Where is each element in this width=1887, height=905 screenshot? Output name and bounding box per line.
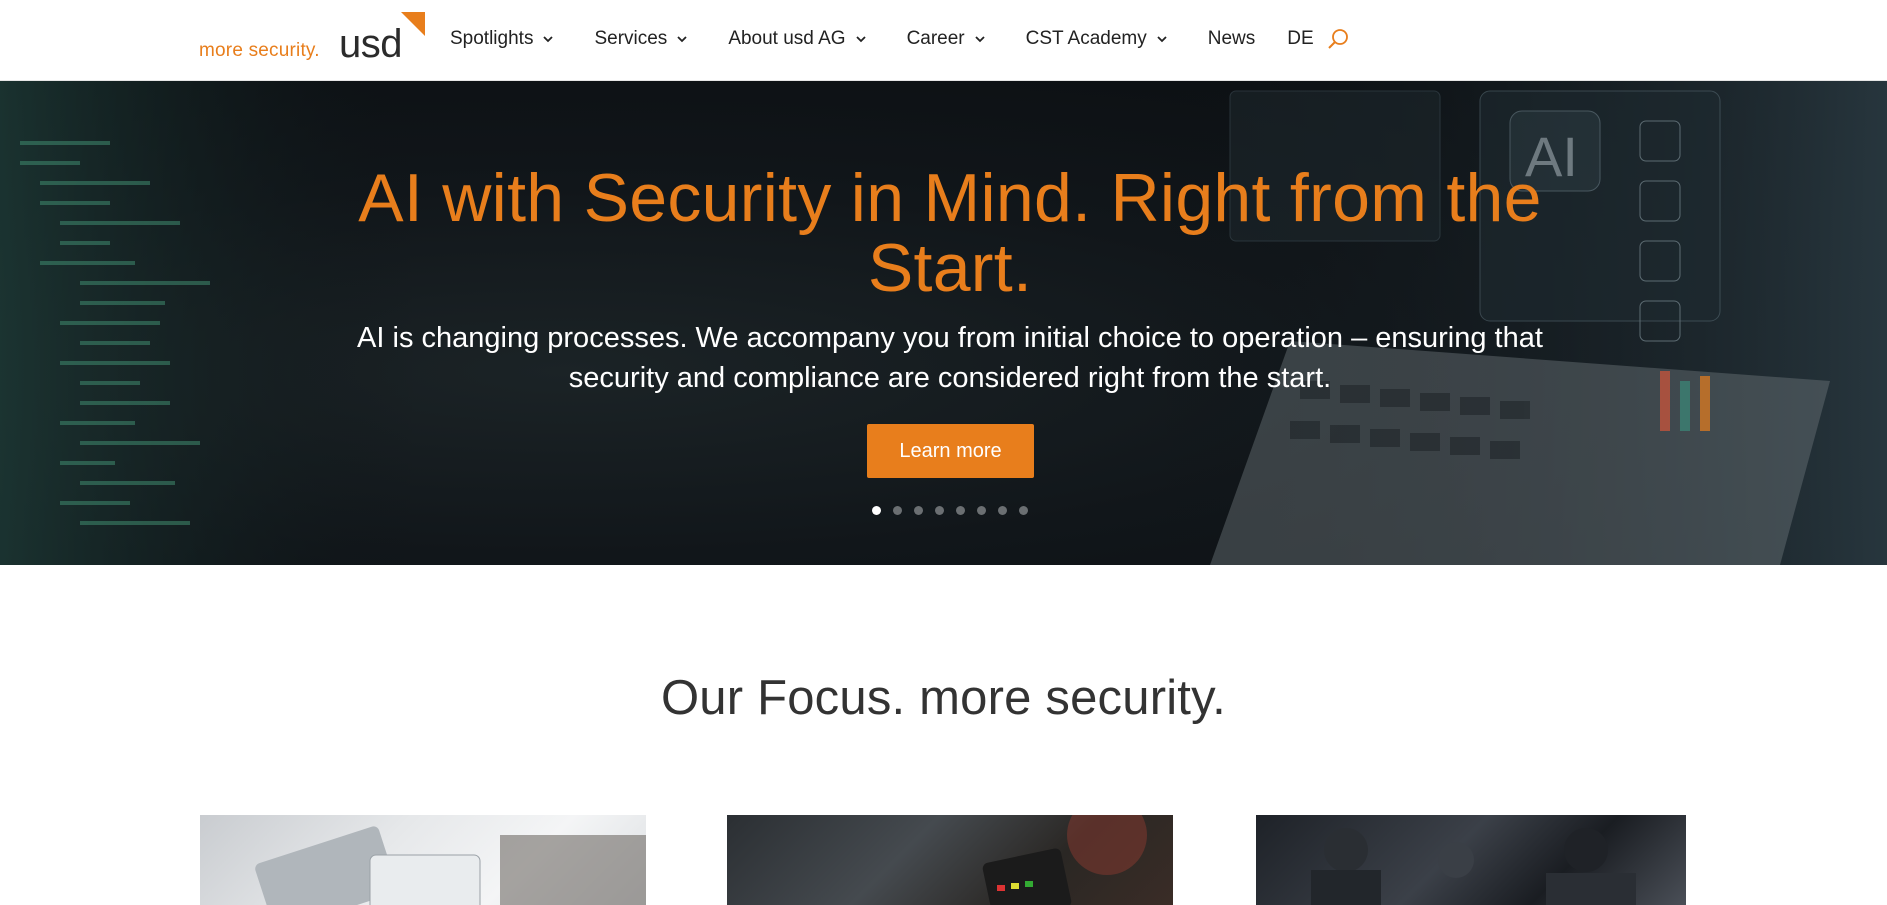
section-title: Our Focus. more security. bbox=[660, 671, 1226, 725]
nav-item-label: CST Academy bbox=[1025, 28, 1147, 49]
chevron-down-icon bbox=[543, 36, 554, 43]
focus-card-image[interactable] bbox=[727, 815, 1173, 905]
language-label: DE bbox=[1287, 28, 1314, 49]
tablet-photo bbox=[255, 826, 646, 905]
nav-item-label: About usd AG bbox=[728, 28, 846, 49]
nav-item-spotlights[interactable]: Spotlights bbox=[450, 28, 555, 50]
slider-dot[interactable] bbox=[893, 506, 902, 515]
slider-dot[interactable] bbox=[998, 506, 1007, 515]
nav-item-services[interactable]: Services bbox=[594, 28, 689, 50]
payment-terminal-photo bbox=[982, 815, 1147, 905]
slider-dot[interactable] bbox=[956, 506, 965, 515]
main-nav: Spotlights Services About usd AG Career … bbox=[450, 24, 1350, 54]
chevron-down-icon bbox=[1157, 36, 1167, 43]
slider-dot[interactable] bbox=[977, 506, 986, 515]
chevron-down-icon bbox=[975, 36, 985, 43]
logo[interactable]: more security. usd bbox=[199, 10, 429, 70]
logo-tagline: more security. bbox=[199, 40, 320, 61]
nav-item-label: News bbox=[1207, 28, 1256, 49]
logo-triangle-icon bbox=[401, 12, 425, 36]
logo-wordmark: usd bbox=[339, 22, 403, 66]
focus-card-image[interactable] bbox=[200, 815, 646, 905]
nav-item-label: Spotlights bbox=[450, 28, 534, 49]
learn-more-button[interactable]: Learn more bbox=[867, 424, 1034, 478]
nav-item-about[interactable]: About usd AG bbox=[728, 28, 867, 50]
team-photo bbox=[1311, 828, 1636, 905]
hero-slider: AI AI with Security in Mind. Right from … bbox=[0, 81, 1887, 565]
focus-card-image[interactable] bbox=[1256, 815, 1686, 905]
language-switch[interactable]: DE bbox=[1287, 28, 1313, 50]
nav-item-label: Career bbox=[906, 28, 965, 49]
chevron-down-icon bbox=[855, 36, 866, 43]
slider-dot[interactable] bbox=[872, 506, 881, 515]
chevron-down-icon bbox=[677, 36, 687, 43]
nav-item-label: Services bbox=[594, 28, 668, 49]
site-header: more security. usd Spotlights Services A… bbox=[0, 0, 1887, 81]
slider-dot[interactable] bbox=[935, 506, 944, 515]
nav-item-career[interactable]: Career bbox=[907, 28, 987, 50]
slider-dot[interactable] bbox=[914, 506, 923, 515]
nav-item-news[interactable]: News bbox=[1208, 28, 1256, 50]
search-icon[interactable] bbox=[1326, 27, 1350, 51]
nav-item-cst-academy[interactable]: CST Academy bbox=[1026, 28, 1169, 50]
slider-pagination bbox=[872, 506, 1040, 515]
slider-dot[interactable] bbox=[1019, 506, 1028, 515]
hero-title: AI with Security in Mind. Right from the… bbox=[358, 160, 1542, 306]
hero-subtitle: AI is changing processes. We accompany y… bbox=[357, 322, 1543, 394]
